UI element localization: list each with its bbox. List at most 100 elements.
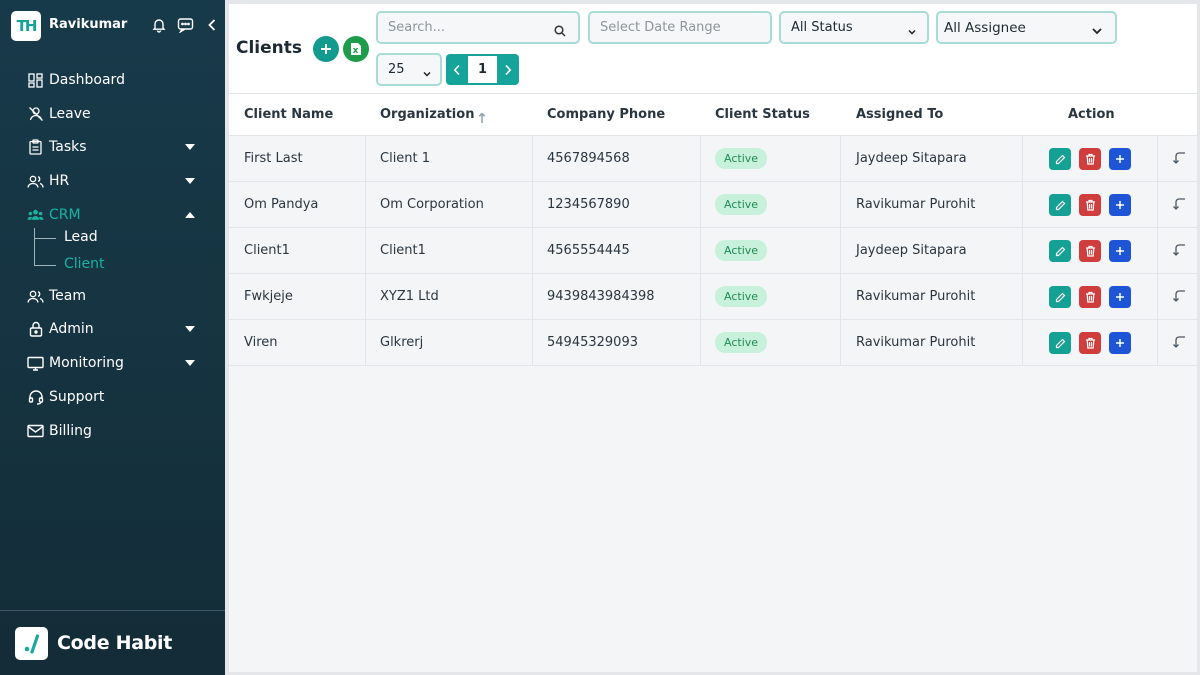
client-status-cell: Active xyxy=(715,274,768,319)
add-button[interactable] xyxy=(1109,194,1131,216)
edit-button[interactable] xyxy=(1049,286,1071,308)
client-name-cell: Fwkjeje xyxy=(244,289,293,304)
return-arrow-icon[interactable] xyxy=(1172,242,1188,258)
add-button[interactable] xyxy=(1109,240,1131,262)
column-divider xyxy=(840,182,841,227)
column-divider xyxy=(1157,182,1158,227)
status-filter-select[interactable]: All Status xyxy=(779,11,929,44)
user-name: Ravikumar xyxy=(49,17,128,32)
add-button[interactable] xyxy=(1109,332,1131,354)
column-divider xyxy=(700,136,701,181)
return-arrow-icon[interactable] xyxy=(1172,150,1188,166)
delete-button[interactable] xyxy=(1079,148,1101,170)
collapse-chevron-icon[interactable] xyxy=(203,16,221,34)
search-input[interactable] xyxy=(378,20,578,35)
plus-icon xyxy=(1115,200,1125,210)
chevron-down-icon xyxy=(1091,22,1103,41)
delete-button[interactable] xyxy=(1079,240,1101,262)
status-badge: Active xyxy=(715,332,768,353)
assignee-filter-select[interactable]: All Assignee xyxy=(936,11,1117,44)
table-row[interactable]: Om Pandya Om Corporation 1234567890 Active R… xyxy=(229,182,1197,228)
chat-icon[interactable] xyxy=(176,16,194,34)
column-divider xyxy=(840,136,841,181)
sidebar-item-label: Billing xyxy=(49,423,92,439)
table-row[interactable]: Client1 Client1 4565554445 Active Jaydeep Si… xyxy=(229,228,1197,274)
sidebar-item-label: HR xyxy=(49,173,70,189)
search-icon[interactable] xyxy=(554,22,566,41)
column-divider xyxy=(365,320,366,365)
bell-icon[interactable] xyxy=(150,16,168,34)
add-client-button[interactable] xyxy=(313,36,339,62)
sidebar-item-dashboard[interactable]: Dashboard xyxy=(0,65,225,95)
add-button[interactable] xyxy=(1109,286,1131,308)
sidebar-item-tasks[interactable]: Tasks xyxy=(0,132,225,162)
column-header-client-name[interactable]: Client Name xyxy=(244,107,333,122)
status-badge: Active xyxy=(715,286,768,307)
company-phone-cell: 4567894568 xyxy=(547,151,630,166)
sidebar-item-label: Support xyxy=(49,389,105,405)
column-divider xyxy=(1022,228,1023,273)
column-divider xyxy=(1022,320,1023,365)
brand-name: Code Habit xyxy=(57,632,173,654)
delete-button[interactable] xyxy=(1079,332,1101,354)
edit-button[interactable] xyxy=(1049,194,1071,216)
edit-button[interactable] xyxy=(1049,240,1071,262)
clipboard-icon xyxy=(27,139,44,156)
sidebar-item-hr[interactable]: HR xyxy=(0,166,225,196)
plus-icon xyxy=(1115,246,1125,256)
dashboard-icon xyxy=(27,72,44,89)
sidebar-item-support[interactable]: Support xyxy=(0,382,225,412)
sidebar-item-label: CRM xyxy=(49,207,81,223)
return-arrow-icon[interactable] xyxy=(1172,334,1188,350)
current-page[interactable]: 1 xyxy=(468,54,497,85)
sort-arrow-up-icon[interactable] xyxy=(478,109,486,128)
next-page-button[interactable] xyxy=(497,54,519,85)
chevron-down-icon xyxy=(185,360,195,366)
user-off-icon xyxy=(27,106,44,123)
sidebar-item-billing[interactable]: Billing xyxy=(0,416,225,446)
return-arrow-icon[interactable] xyxy=(1172,288,1188,304)
column-header-organization[interactable]: Organization xyxy=(380,107,474,122)
column-header-assigned-to[interactable]: Assigned To xyxy=(856,107,943,122)
sidebar-item-label: Tasks xyxy=(49,139,87,155)
date-range-input[interactable] xyxy=(590,20,770,35)
organization-cell: XYZ1 Ltd xyxy=(380,289,439,304)
edit-button[interactable] xyxy=(1049,332,1071,354)
column-divider xyxy=(532,136,533,181)
table-row[interactable]: Viren Glkrerj 54945329093 Active Ravikumar P… xyxy=(229,320,1197,366)
column-header-company-phone[interactable]: Company Phone xyxy=(547,107,665,122)
table-row[interactable]: First Last Client 1 4567894568 Active Jaydee… xyxy=(229,136,1197,182)
sidebar-item-crm[interactable]: CRM xyxy=(0,200,225,230)
status-badge: Active xyxy=(715,148,768,169)
company-phone-cell: 54945329093 xyxy=(547,335,638,350)
column-divider xyxy=(700,182,701,227)
sidebar-item-label: Leave xyxy=(49,106,91,122)
team-icon xyxy=(27,288,44,305)
edit-button[interactable] xyxy=(1049,148,1071,170)
export-excel-button[interactable] xyxy=(343,36,369,62)
return-arrow-icon[interactable] xyxy=(1172,196,1188,212)
sidebar-item-admin[interactable]: Admin xyxy=(0,314,225,344)
assigned-to-cell: Jaydeep Sitapara xyxy=(856,243,967,258)
sidebar-subitem-client[interactable]: Client xyxy=(64,256,105,272)
table-row[interactable]: Fwkjeje XYZ1 Ltd 9439843984398 Active Raviku… xyxy=(229,274,1197,320)
add-button[interactable] xyxy=(1109,148,1131,170)
column-divider xyxy=(532,182,533,227)
prev-page-button[interactable] xyxy=(446,54,468,85)
date-range-field xyxy=(588,11,772,44)
page-size-select[interactable]: 25 xyxy=(376,53,442,86)
assigned-to-cell: Ravikumar Purohit xyxy=(856,289,976,304)
sidebar-item-monitoring[interactable]: Monitoring xyxy=(0,348,225,378)
sidebar-header: TH Ravikumar xyxy=(0,0,225,52)
sidebar-item-label: Monitoring xyxy=(49,355,124,371)
app-logo[interactable]: TH xyxy=(11,11,41,41)
delete-button[interactable] xyxy=(1079,194,1101,216)
chevron-up-icon xyxy=(185,212,195,218)
delete-button[interactable] xyxy=(1079,286,1101,308)
client-status-cell: Active xyxy=(715,182,768,227)
column-header-client-status[interactable]: Client Status xyxy=(715,107,810,122)
sidebar-subitem-lead[interactable]: Lead xyxy=(64,229,98,245)
sidebar-item-team[interactable]: Team xyxy=(0,281,225,311)
sidebar-item-leave[interactable]: Leave xyxy=(0,99,225,129)
status-filter-value: All Status xyxy=(791,20,853,35)
